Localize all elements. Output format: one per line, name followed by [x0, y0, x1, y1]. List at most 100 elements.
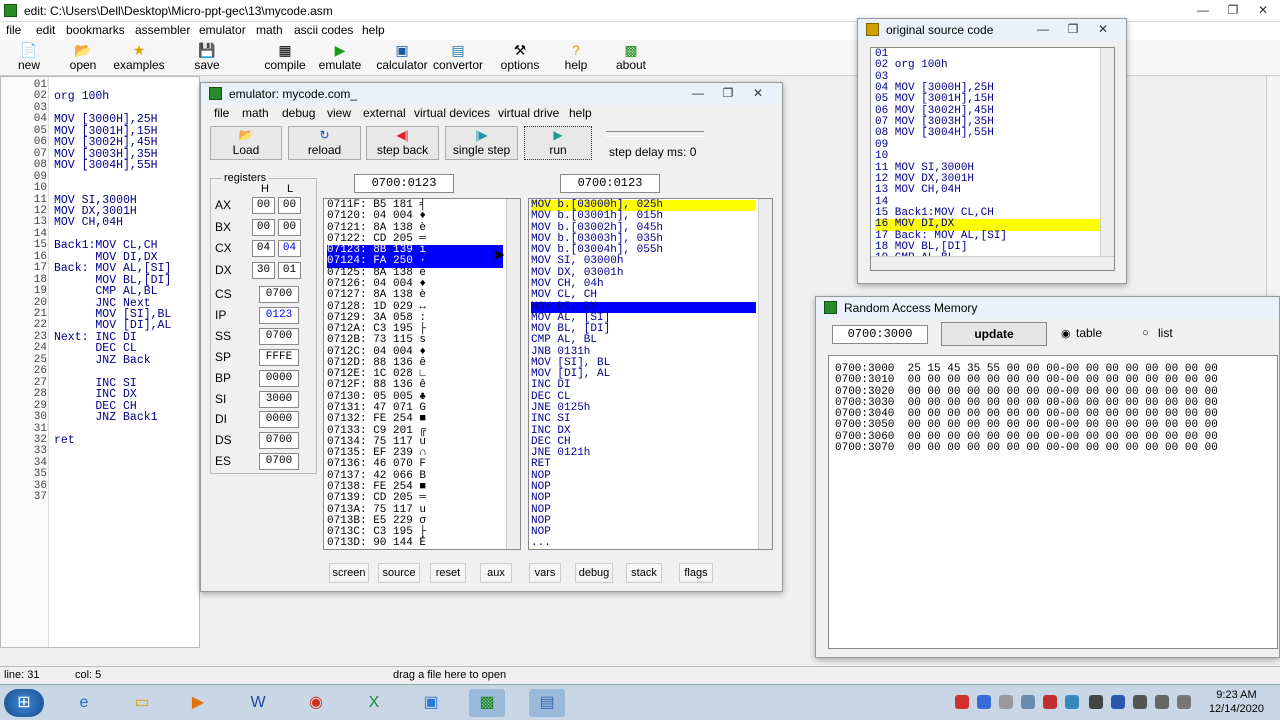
source-button[interactable]: source — [378, 563, 420, 583]
memory-row[interactable]: 07120: 04 004 ♦ — [327, 211, 503, 222]
code-line[interactable]: Back: MOV AL,[SI] — [54, 263, 171, 275]
emu-restore-button[interactable]: ❐ — [715, 86, 741, 102]
src-restore-button[interactable]: ❐ — [1060, 22, 1086, 38]
menu-emulator[interactable]: emulator — [199, 23, 246, 37]
source-vscroll[interactable] — [1100, 48, 1114, 258]
code-line[interactable]: CMP AL,BL — [54, 286, 157, 298]
single-step-button[interactable]: |▶ single step — [445, 126, 518, 160]
step-back-button[interactable]: ◀| step back — [366, 126, 439, 160]
register-ds[interactable]: 0700 — [259, 432, 299, 450]
save-button[interactable]: 💾 save — [178, 42, 236, 74]
code-line[interactable]: MOV [3000H],25H — [54, 114, 158, 126]
source-code-area[interactable]: 01 02 org 100h 03 04 MOV [3000H],25H 05 MOV … — [870, 47, 1115, 271]
restore-button[interactable]: ❐ — [1220, 3, 1246, 19]
code-line[interactable]: Back1:MOV CL,CH — [54, 240, 158, 252]
disasm-row[interactable]: NOP — [531, 504, 756, 516]
media-player-icon[interactable]: ▶ — [180, 689, 216, 717]
vars-button[interactable]: vars — [529, 563, 561, 583]
emu-minimize-button[interactable]: — — [685, 86, 711, 102]
tray-icon-3[interactable] — [999, 695, 1013, 709]
memory-row[interactable]: 07139: CD 205 ═ — [327, 493, 503, 504]
disassembly-list[interactable]: MOV b.[03000h], 025h MOV b.[03001h], 015h… — [528, 198, 773, 550]
minimize-button[interactable]: — — [1190, 3, 1216, 19]
reset-button[interactable]: reset — [430, 563, 466, 583]
code-line[interactable]: JNZ Back — [54, 355, 150, 367]
flags-button[interactable]: flags — [679, 563, 713, 583]
src-close-button[interactable]: ✕ — [1090, 22, 1116, 38]
memory-row[interactable]: 0712B: 73 115 s — [327, 335, 503, 346]
explorer-icon[interactable]: ▭ — [124, 689, 160, 717]
flag-icon[interactable] — [1177, 695, 1191, 709]
load-button[interactable]: 📂 Load — [210, 126, 282, 160]
disasm-row[interactable]: NOP — [531, 493, 756, 504]
list-radio[interactable]: ○ — [1142, 327, 1149, 339]
network-icon[interactable] — [1133, 695, 1147, 709]
emu-menu-help[interactable]: help — [569, 106, 592, 120]
disasm-row[interactable]: MOV CL, CH — [531, 290, 756, 301]
memory-scrollbar[interactable] — [506, 199, 520, 549]
tray-icon-5[interactable] — [1043, 695, 1057, 709]
emu8086-icon[interactable]: ▩ — [469, 689, 505, 717]
register-dx-h[interactable]: 30 — [252, 261, 275, 279]
ram-address-field[interactable]: 0700:3000 — [832, 325, 928, 344]
menu-ascii-codes[interactable]: ascii codes — [294, 23, 353, 37]
step-delay-slider[interactable] — [606, 131, 704, 137]
calculator-button[interactable]: ▣ calculator — [373, 42, 431, 74]
code-line[interactable]: MOV DX,3001H — [54, 206, 137, 218]
memory-row[interactable]: 07136: 46 070 F — [327, 459, 503, 470]
excel-icon[interactable]: X — [356, 689, 392, 717]
disasm-row[interactable]: MOV b.[03001h], 015h — [531, 211, 756, 222]
register-sp[interactable]: FFFE — [259, 348, 299, 366]
emu-menu-file[interactable]: file — [214, 106, 229, 120]
start-orb-icon[interactable]: ⊞ — [4, 689, 44, 717]
code-line[interactable]: MOV [3004H],55H — [54, 160, 158, 172]
register-ip[interactable]: 0123 — [259, 306, 299, 324]
tray-icon-6[interactable] — [1065, 695, 1079, 709]
addr-right-field[interactable]: 0700:0123 — [560, 174, 660, 193]
open-button[interactable]: 📂 open — [54, 42, 112, 74]
compile-button[interactable]: ▦ compile — [256, 42, 314, 74]
word-icon[interactable]: W — [240, 689, 276, 717]
emulate-button[interactable]: ▶ emulate — [311, 42, 369, 74]
tray-icon-7[interactable] — [1089, 695, 1103, 709]
menu-help[interactable]: help — [362, 23, 385, 37]
disasm-row[interactable]: NOP — [531, 470, 756, 482]
disasm-row[interactable]: RET — [531, 459, 756, 470]
screen-button[interactable]: screen — [329, 563, 369, 583]
zoom-icon[interactable]: ▣ — [413, 689, 449, 717]
code-line[interactable]: MOV [SI],BL — [54, 309, 171, 321]
emu-menu-math[interactable]: math — [242, 106, 269, 120]
code-line[interactable]: MOV [3001H],15H — [54, 126, 158, 138]
disasm-row[interactable]: INC SI — [531, 414, 756, 425]
menu-bookmarks[interactable]: bookmarks — [66, 23, 125, 37]
bluetooth-icon[interactable] — [1111, 695, 1125, 709]
code-line[interactable]: MOV [DI],AL — [54, 320, 171, 332]
src-minimize-button[interactable]: — — [1030, 22, 1056, 38]
code-editor[interactable]: 01 02 03 04 05 06 07 08 09 10 11 12 13 14 15 16 17 18 19 20… — [0, 76, 200, 648]
source-hscroll[interactable] — [871, 256, 1114, 270]
code-line[interactable]: DEC CH — [54, 400, 136, 412]
emu-menu-view[interactable]: view — [327, 106, 351, 120]
code-line[interactable]: MOV BL,[DI] — [54, 274, 171, 286]
new-button[interactable]: 📄 new — [0, 42, 58, 74]
register-ss[interactable]: 0700 — [259, 327, 299, 345]
emu-close-button[interactable]: ✕ — [745, 86, 771, 102]
code-line[interactable]: JNC Next — [54, 297, 150, 309]
code-line[interactable]: MOV SI,3000H — [54, 194, 137, 206]
code-line[interactable]: org 100h — [54, 91, 109, 103]
disasm-row[interactable]: CMP AL, BL — [531, 335, 756, 346]
emu-menu-virtual-devices[interactable]: virtual devices — [414, 106, 490, 120]
convertor-button[interactable]: ▤ convertor — [429, 42, 487, 74]
disasm-row[interactable]: ... — [531, 538, 756, 549]
volume-icon[interactable] — [1155, 695, 1169, 709]
disasm-row[interactable]: NOP — [531, 481, 756, 493]
disasm-row[interactable]: NOP — [531, 526, 756, 538]
ram-update-button[interactable]: update — [941, 322, 1047, 346]
reload-button[interactable]: ↻ reload — [288, 126, 361, 160]
register-ax-h[interactable]: 00 — [252, 197, 275, 214]
memory-row[interactable]: 07132: FE 254 ■ — [327, 414, 503, 425]
clock[interactable]: 9:23 AM 12/14/2020 — [1209, 688, 1264, 716]
options-button[interactable]: ⚒ options — [491, 42, 549, 74]
ram-dump-area[interactable]: 0700:3000 25 15 45 35 55 00 00 00-00 00 … — [828, 355, 1278, 649]
table-radio[interactable]: ◉ — [1061, 327, 1071, 340]
